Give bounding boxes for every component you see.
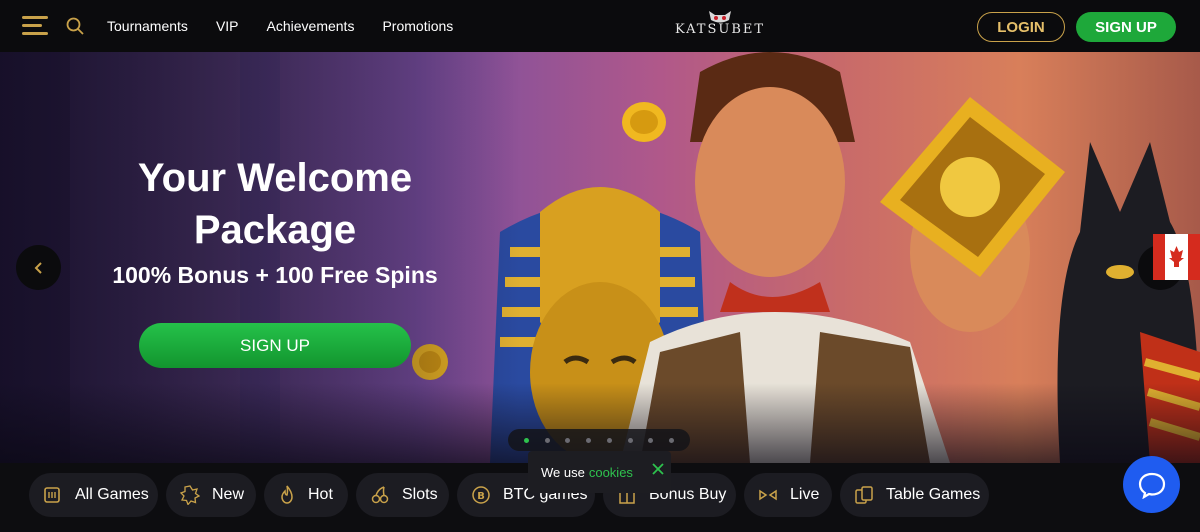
hero-signup-button[interactable]: SIGN UP	[139, 323, 411, 368]
category-live[interactable]: Live	[744, 473, 832, 517]
cookie-link[interactable]: cookies	[589, 465, 633, 480]
category-label: Hot	[308, 486, 333, 503]
carousel-dot-active[interactable]	[523, 437, 529, 443]
nav-achievements[interactable]: Achievements	[267, 18, 355, 34]
hero-title-line1: Your Welcome	[137, 156, 413, 200]
flame-icon	[281, 485, 293, 504]
hero-title: Your Welcome Package	[100, 152, 450, 256]
all-games-icon	[44, 487, 60, 503]
close-icon[interactable]	[652, 463, 664, 475]
category-label: Slots	[402, 486, 438, 503]
category-slots[interactable]: Slots	[356, 473, 449, 517]
svg-text:B: B	[477, 491, 485, 502]
category-label: All Games	[75, 486, 149, 503]
category-new[interactable]: New	[166, 473, 256, 517]
new-icon	[180, 485, 200, 505]
top-header: Tournaments VIP Achievements Promotions …	[0, 0, 1200, 52]
chat-bubble-icon	[1138, 472, 1165, 499]
category-all-games[interactable]: All Games	[29, 473, 158, 517]
carousel-dot[interactable]	[586, 437, 592, 443]
table-games-icon	[855, 486, 873, 504]
canada-flag-icon[interactable]	[1153, 234, 1200, 280]
carousel-dots	[508, 429, 690, 451]
category-label: Table Games	[886, 486, 981, 503]
nav-promotions[interactable]: Promotions	[382, 18, 453, 34]
chevron-left-icon	[34, 261, 42, 274]
carousel-dot[interactable]	[606, 437, 612, 443]
main-nav: Tournaments VIP Achievements Promotions	[107, 0, 453, 52]
category-hot[interactable]: Hot	[264, 473, 348, 517]
signup-button[interactable]: SIGN UP	[1076, 12, 1176, 42]
cherries-icon	[371, 486, 389, 504]
carousel-dot[interactable]	[544, 437, 550, 443]
site-logo[interactable]: KATSUBET	[672, 10, 768, 44]
bitcoin-icon: B	[472, 486, 490, 504]
carousel-dot[interactable]	[648, 437, 654, 443]
hero-subtitle: 100% Bonus + 100 Free Spins	[112, 262, 438, 288]
live-icon	[759, 489, 777, 501]
cookie-text: We use	[541, 464, 585, 480]
carousel-prev-button[interactable]	[16, 245, 61, 290]
carousel-dot[interactable]	[669, 437, 675, 443]
chat-button[interactable]	[1123, 456, 1180, 513]
hero-banner[interactable]: Your Welcome Package 100% Bonus + 100 Fr…	[0, 52, 1200, 463]
login-button[interactable]: LOGIN	[977, 12, 1065, 42]
category-label: Live	[790, 486, 820, 503]
nav-vip[interactable]: VIP	[216, 18, 239, 34]
hero-title-line2: Package	[193, 208, 357, 252]
carousel-dot[interactable]	[565, 437, 571, 443]
carousel-dot[interactable]	[627, 437, 633, 443]
hamburger-icon[interactable]	[22, 16, 48, 36]
category-table-games[interactable]: Table Games	[840, 473, 989, 517]
search-icon[interactable]	[66, 17, 84, 35]
cookie-notice: We use cookies	[528, 451, 671, 493]
nav-tournaments[interactable]: Tournaments	[107, 18, 188, 34]
logo-text: KATSUBET	[674, 22, 766, 37]
category-label: New	[212, 486, 245, 503]
